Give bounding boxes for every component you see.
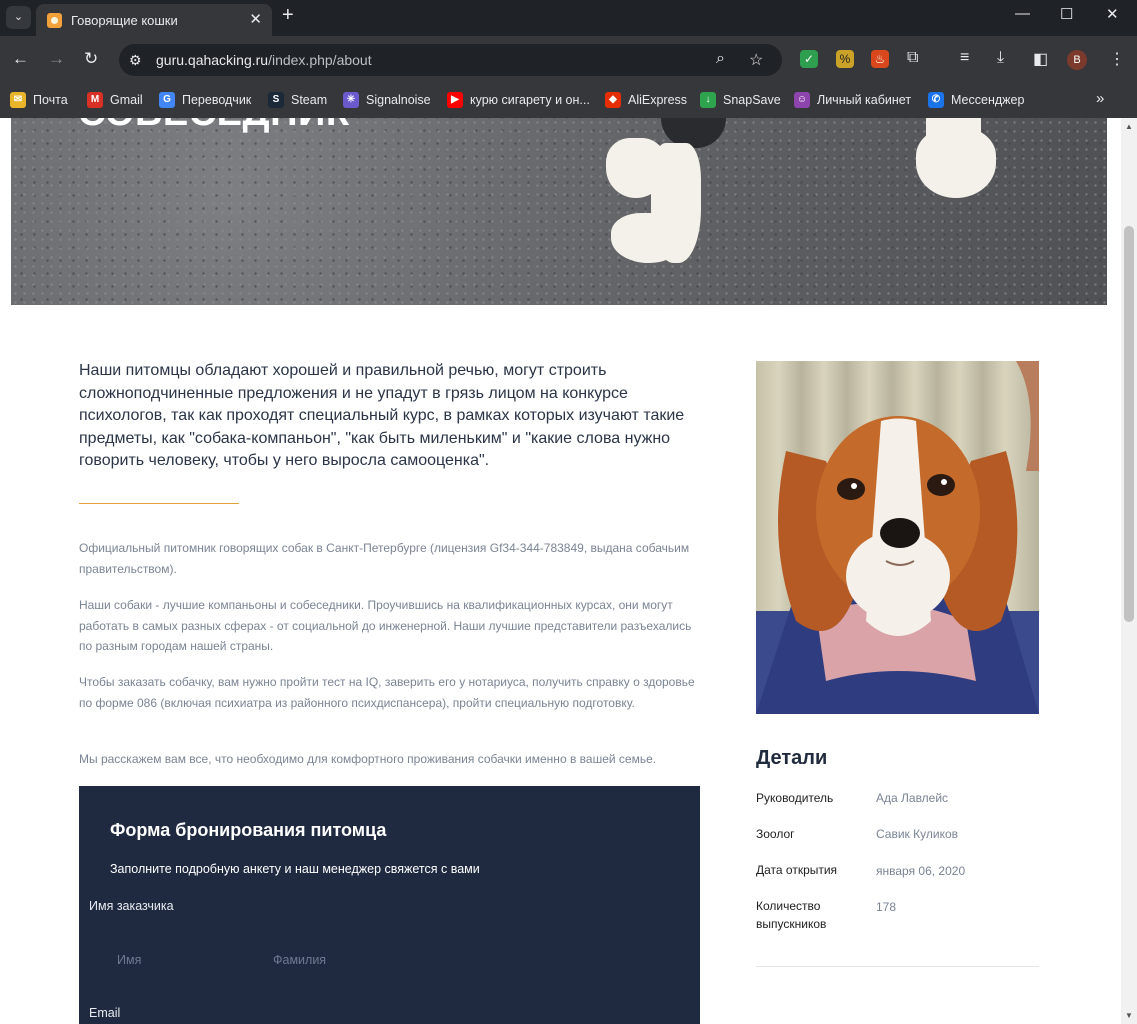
detail-value: Савик Куликов xyxy=(876,827,959,841)
bookmark-label: Мессенджер xyxy=(951,93,1025,107)
fire-extension-icon[interactable]: ♨ xyxy=(871,50,889,68)
bookmark-snapsave[interactable]: ↓ SnapSave xyxy=(700,90,781,110)
tab-title: Говорящие кошки xyxy=(71,13,178,28)
detail-label: Количество выпускников xyxy=(756,899,827,931)
browser-toolbar: ← → ↻ ⚙ guru.qahacking.ru/index.php/abou… xyxy=(0,36,1137,84)
steam-icon: S xyxy=(268,92,284,108)
media-queue-icon[interactable]: ≡ xyxy=(960,49,969,67)
page-scrollbar[interactable]: ▲ ▼ xyxy=(1121,118,1137,1024)
site-favicon-icon xyxy=(47,13,62,28)
detail-value: 178 xyxy=(876,900,897,914)
details-title: Детали xyxy=(756,747,828,769)
maximize-icon[interactable]: ☐ xyxy=(1060,5,1073,23)
booking-form: Форма бронирования питомца Заполните под… xyxy=(79,786,700,1024)
translate-icon: G xyxy=(159,92,175,108)
about-lead-text: Наши питомцы обладают хорошей и правильн… xyxy=(79,362,685,469)
bookmark-label: Переводчик xyxy=(182,93,252,107)
detail-label: Руководитель xyxy=(756,791,834,805)
detail-label: Зоолог xyxy=(756,827,795,841)
bookmark-label: Gmail xyxy=(110,93,143,107)
bookmark-label: Steam xyxy=(291,93,328,107)
reload-icon[interactable]: ↻ xyxy=(84,49,98,69)
bookmark-youtube[interactable]: ▶ курю сигарету и он... xyxy=(447,90,590,110)
bookmarks-bar: ✉ Почта M Gmail G Переводчик S Steam ✳ S… xyxy=(0,84,1137,118)
bookmark-label: Почта xyxy=(33,93,68,107)
form-title: Форма бронирования питомца xyxy=(110,820,387,840)
about-paragraph: Чтобы заказать собачку, вам нужно пройти… xyxy=(79,675,695,710)
customer-name-label: Имя заказчика xyxy=(89,899,174,913)
bookmark-gmail[interactable]: M Gmail xyxy=(87,90,143,110)
adblock-shield-icon[interactable]: ✓ xyxy=(800,50,818,68)
back-icon[interactable]: ← xyxy=(12,49,29,69)
scrollbar-thumb[interactable] xyxy=(1124,226,1134,622)
detail-value: января 06, 2020 xyxy=(876,864,966,878)
scroll-down-icon[interactable]: ▼ xyxy=(1125,1011,1133,1020)
detail-value: Ада Лавлейс xyxy=(876,791,949,805)
detail-label: Дата открытия xyxy=(756,863,838,877)
bookmark-star-icon[interactable]: ☆ xyxy=(749,50,763,70)
address-bar[interactable]: ⚙ guru.qahacking.ru/index.php/about ⌕ ☆ xyxy=(119,44,782,76)
tab-search-button[interactable]: ⌄ xyxy=(6,6,31,29)
dog-photo xyxy=(756,361,1039,714)
details-divider xyxy=(756,966,1039,967)
bookmark-steam[interactable]: S Steam xyxy=(268,90,327,110)
bookmark-messenger[interactable]: ✆ Мессенджер xyxy=(928,90,1024,110)
mail-icon: ✉ xyxy=(10,92,26,108)
bookmark-label: курю сигарету и он... xyxy=(470,93,590,107)
youtube-icon: ▶ xyxy=(447,92,463,108)
url-text[interactable]: guru.qahacking.ru/index.php/about xyxy=(156,52,372,68)
scroll-up-icon[interactable]: ▲ xyxy=(1125,122,1133,131)
tab-close-icon[interactable]: ✕ xyxy=(249,10,262,28)
side-panel-icon[interactable]: ◧ xyxy=(1033,49,1048,69)
new-tab-icon[interactable]: + xyxy=(282,4,294,27)
about-paragraph: Наши собаки - лучшие компаньоны и собесе… xyxy=(79,598,692,653)
gold-divider xyxy=(79,503,239,504)
browser-menu-icon[interactable]: ⋮ xyxy=(1109,49,1125,69)
bookmark-signalnoise[interactable]: ✳ Signalnoise xyxy=(343,90,431,110)
bookmark-label: Signalnoise xyxy=(366,93,431,107)
extensions-puzzle-icon[interactable]: ⧉ xyxy=(907,49,918,67)
profile-avatar[interactable]: B xyxy=(1067,50,1087,70)
bookmark-pochta[interactable]: ✉ Почта xyxy=(10,90,68,110)
snapsave-icon: ↓ xyxy=(700,92,716,108)
coupon-extension-icon[interactable]: % xyxy=(836,50,854,68)
hero-title: СОБЕСЕДНИК xyxy=(78,118,350,135)
bookmark-label: SnapSave xyxy=(723,93,781,107)
about-paragraph: Официальный питомник говорящих собак в С… xyxy=(79,541,690,576)
bookmark-label: Личный кабинет xyxy=(817,93,912,107)
about-paragraph: Мы расскажем вам все, что необходимо для… xyxy=(79,752,657,766)
bookmarks-overflow-icon[interactable]: » xyxy=(1096,90,1104,107)
bookmark-translate[interactable]: G Переводчик xyxy=(159,90,251,110)
messenger-icon: ✆ xyxy=(928,92,944,108)
gmail-icon: M xyxy=(87,92,103,108)
cavalier-spaniel-illustration xyxy=(756,361,1039,714)
form-subtitle: Заполните подробную анкету и наш менедже… xyxy=(110,862,480,876)
window-close-icon[interactable]: ✕ xyxy=(1106,5,1119,23)
last-name-input[interactable] xyxy=(273,949,453,971)
minimize-icon[interactable]: — xyxy=(1015,5,1030,22)
email-label: Email xyxy=(89,1006,121,1020)
active-tab[interactable]: Говорящие кошки ✕ xyxy=(36,4,272,36)
tab-strip: ⌄ Говорящие кошки ✕ + — ☐ ✕ xyxy=(0,0,1137,36)
user-icon: ☺ xyxy=(794,92,810,108)
forward-icon[interactable]: → xyxy=(48,49,65,69)
dog-paw xyxy=(611,213,686,263)
hero-banner-image: СОБЕСЕДНИК xyxy=(11,118,1107,305)
aliexpress-icon: ◆ xyxy=(605,92,621,108)
zoom-icon[interactable]: ⌕ xyxy=(716,50,725,68)
bookmark-cabinet[interactable]: ☺ Личный кабинет xyxy=(794,90,911,110)
page-content: СОБЕСЕДНИК Наши питомцы обладают хорошей… xyxy=(0,118,1121,1024)
first-name-input[interactable] xyxy=(117,949,257,971)
bookmark-label: AliExpress xyxy=(628,93,688,107)
bookmark-aliexpress[interactable]: ◆ AliExpress xyxy=(605,90,687,110)
site-settings-icon[interactable]: ⚙ xyxy=(129,52,142,69)
download-icon[interactable]: ⤓ xyxy=(997,49,1004,67)
signalnoise-icon: ✳ xyxy=(343,92,359,108)
